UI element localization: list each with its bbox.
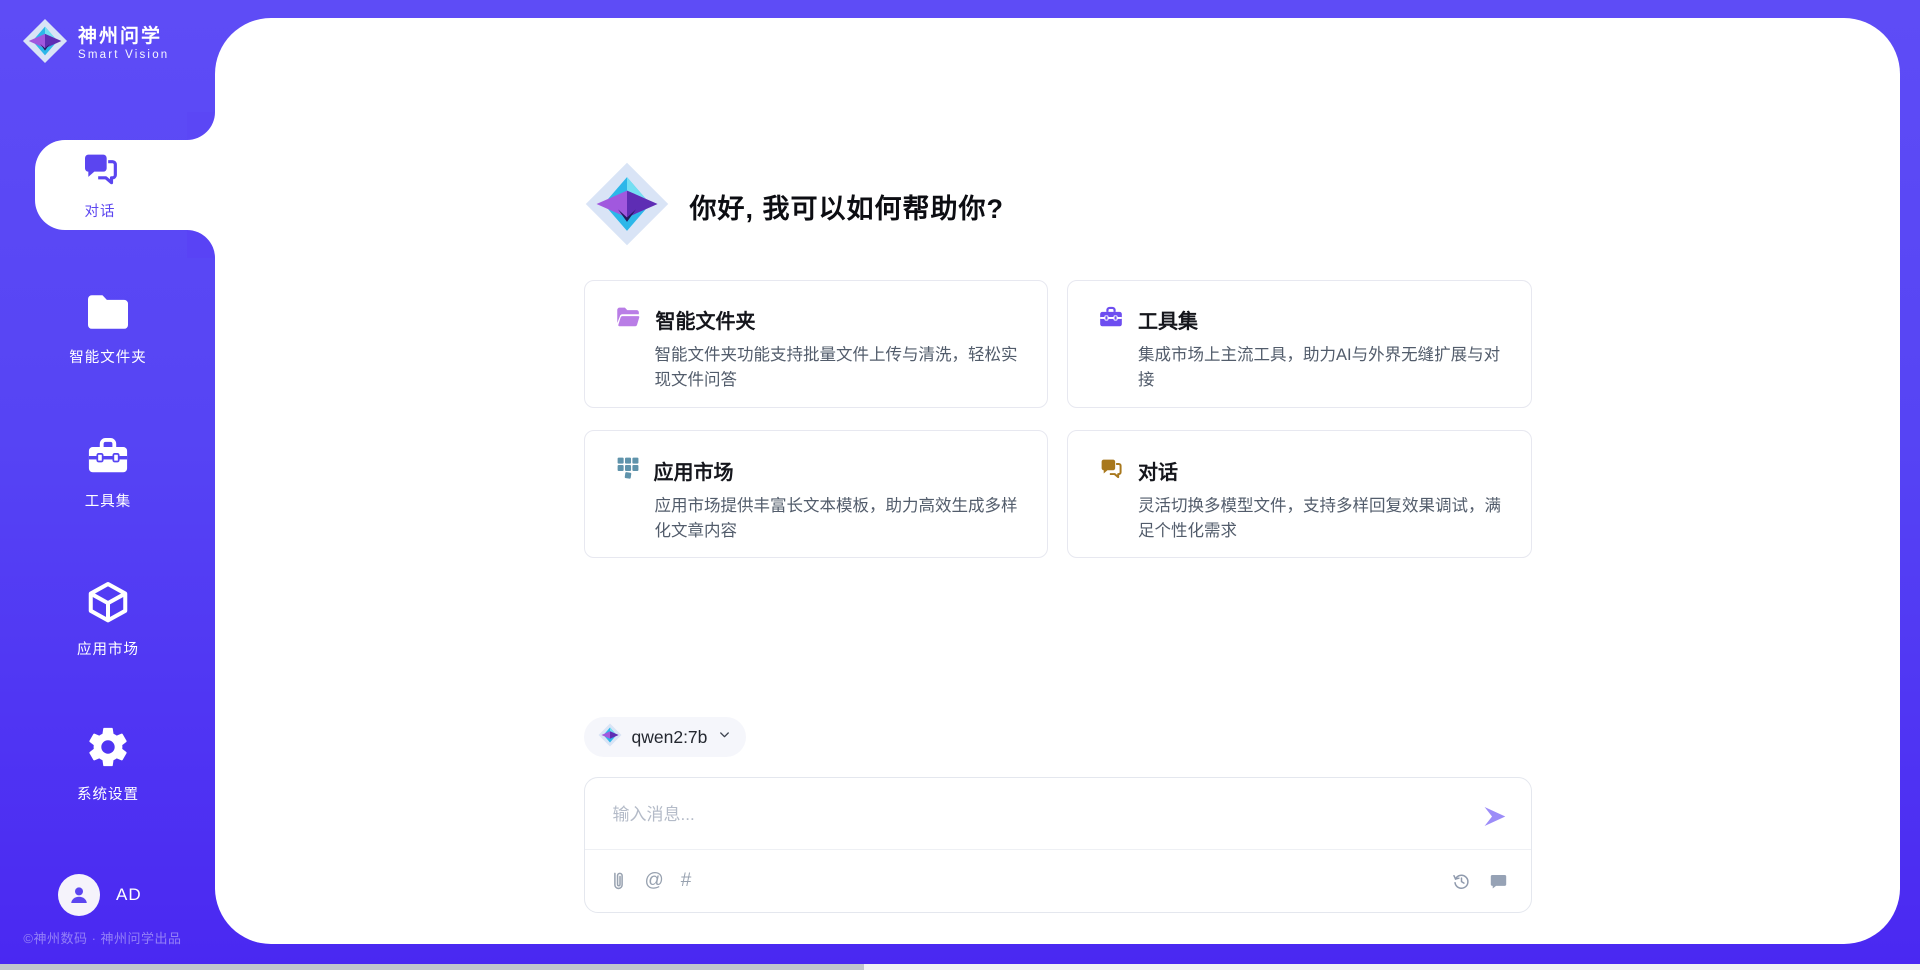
sidebar-item-label: 对话 [85,200,116,221]
chat-icon [79,149,121,194]
card-smart-folder[interactable]: 智能文件夹 智能文件夹功能支持批量文件上传与清洗，轻松实现文件问答 [584,280,1049,408]
brand-logo: 神州问学 Smart Vision [22,18,169,69]
topic-button[interactable]: # [681,870,692,892]
card-title: 对话 [1138,456,1178,485]
card-title: 智能文件夹 [656,305,756,334]
greeting-title: 你好, 我可以如何帮助你? [690,187,1005,226]
new-message-button[interactable] [1488,871,1509,892]
card-toolbox[interactable]: 工具集 集成市场上主流工具，助力AI与外界无缝扩展与对接 [1067,280,1532,408]
card-description: 灵活切换多模型文件，支持多样回复效果调试，满足个性化需求 [1138,494,1505,544]
brand-diamond-icon [22,18,68,69]
card-description: 应用市场提供丰富长文本模板，助力高效生成多样化文章内容 [655,494,1022,544]
chevron-down-icon [717,727,732,747]
main-content: 你好, 我可以如何帮助你? 智能文件夹 智能文件夹功能支持批量文件上传与清洗，轻… [584,18,1532,913]
sidebar-item-smart-folder[interactable]: 智能文件夹 [8,293,208,367]
folder-open-icon [615,305,642,334]
sidebar-item-label: 应用市场 [77,638,139,659]
message-input[interactable] [611,798,1475,822]
sidebar: 神州问学 Smart Vision 对话 智能文件夹 [0,0,215,970]
folder-icon [85,293,131,338]
sidebar-item-chat[interactable]: 对话 [35,140,215,230]
card-title: 工具集 [1138,305,1198,334]
tab-fillet-top [187,112,215,140]
gear-icon [85,724,131,775]
feature-cards: 智能文件夹 智能文件夹功能支持批量文件上传与清洗，轻松实现文件问答 [584,280,1532,558]
brand-subtitle: Smart Vision [78,49,169,61]
composer: @ # [584,777,1532,913]
model-diamond-icon [598,723,622,752]
card-description: 集成市场上主流工具，助力AI与外界无缝扩展与对接 [1138,343,1505,393]
copyright-text: ©神州数码 · 神州问学出品 [0,928,205,947]
user-name: AD [116,885,142,905]
sidebar-item-label: 智能文件夹 [69,346,147,367]
user-account[interactable]: AD [58,874,142,916]
avatar [58,874,100,916]
sidebar-item-app-market[interactable]: 应用市场 [8,579,208,659]
model-selector[interactable]: qwen2:7b [584,717,747,757]
toolbox-icon [1098,305,1124,334]
assistant-diamond-icon [584,161,670,252]
sidebar-item-label: 工具集 [85,490,132,511]
history-button[interactable] [1451,871,1472,892]
card-title: 应用市场 [654,456,734,485]
horizontal-scrollbar-track [0,964,1920,970]
sidebar-item-toolbox[interactable]: 工具集 [8,435,208,511]
card-app-market[interactable]: 应用市场 应用市场提供丰富长文本模板，助力高效生成多样化文章内容 [584,430,1049,558]
model-name: qwen2:7b [632,727,708,748]
brand-title: 神州问学 [78,26,169,48]
attach-file-button[interactable] [609,871,628,892]
send-button[interactable] [1481,802,1509,830]
sidebar-item-settings[interactable]: 系统设置 [8,724,208,804]
card-chat[interactable]: 对话 灵活切换多模型文件，支持多样回复效果调试，满足个性化需求 [1067,430,1532,558]
message-icon [1488,871,1509,892]
card-description: 智能文件夹功能支持批量文件上传与清洗，轻松实现文件问答 [655,343,1022,393]
history-icon [1451,871,1472,892]
send-icon [1481,803,1508,830]
grid-icon [615,455,640,485]
toolbox-icon [85,435,131,482]
sidebar-item-label: 系统设置 [77,783,139,804]
paperclip-icon [609,871,628,892]
tab-fillet-bottom [187,230,215,258]
main-panel: 你好, 我可以如何帮助你? 智能文件夹 智能文件夹功能支持批量文件上传与清洗，轻… [215,18,1900,944]
greeting: 你好, 我可以如何帮助你? [584,161,1532,252]
chat-icon [1098,455,1124,485]
cube-icon [85,579,131,630]
mention-button[interactable]: @ [645,870,664,892]
horizontal-scrollbar-thumb[interactable] [0,964,864,970]
